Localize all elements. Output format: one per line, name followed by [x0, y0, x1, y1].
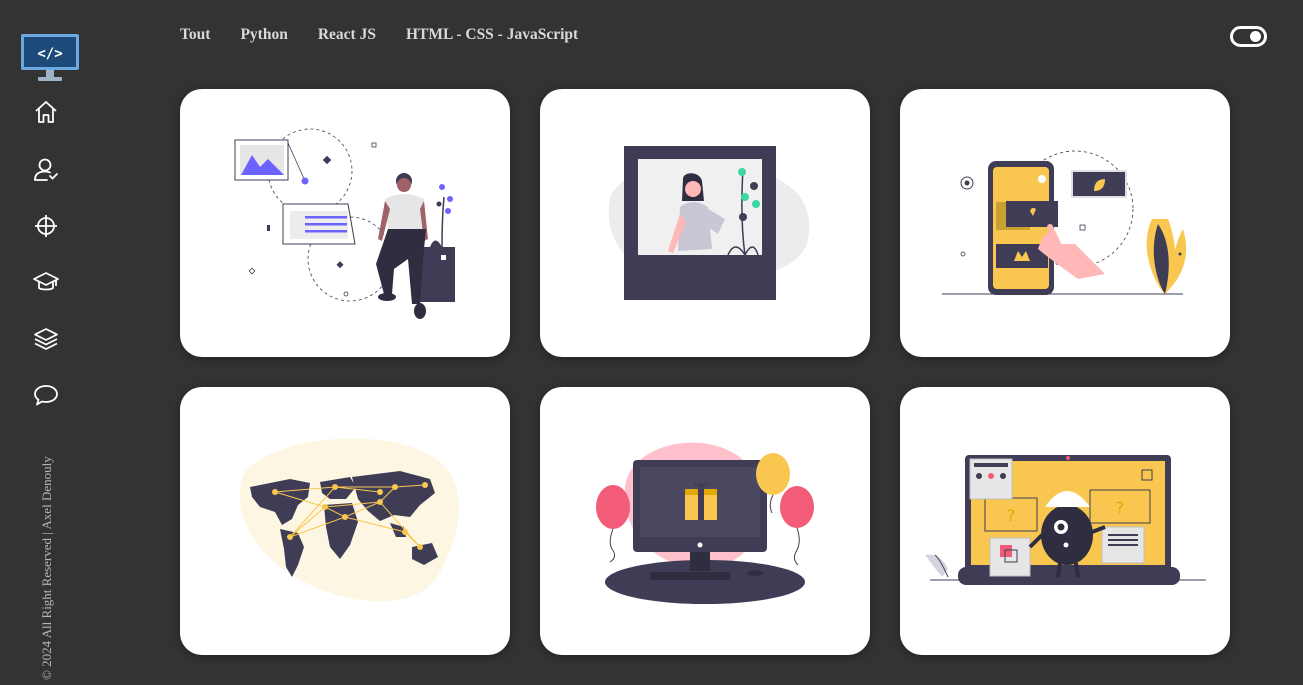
user-icon[interactable] — [31, 155, 61, 185]
copyright-text: © 2024 All Right Reserved | Axel Denouly — [39, 456, 54, 680]
crosshair-icon[interactable] — [31, 211, 61, 241]
code-monitor-logo[interactable]: </> — [20, 33, 80, 83]
computer-gift-balloons-illustration — [596, 442, 814, 604]
chat-bubble-icon[interactable] — [31, 380, 61, 410]
layers-icon[interactable] — [31, 324, 61, 354]
toggle-knob — [1250, 31, 1261, 42]
project-card-1[interactable] — [180, 89, 510, 357]
project-card-5[interactable] — [540, 387, 870, 655]
category-filter-bar: Tout Python React JS HTML - CSS - JavaSc… — [180, 26, 578, 46]
sidebar: </> © 2024 All Right Reserved | Axel Den… — [0, 0, 100, 685]
filter-react-js[interactable]: React JS — [318, 26, 376, 46]
photo-frame-woman-illustration — [608, 146, 810, 300]
svg-text:</>: </> — [37, 46, 62, 62]
filter-python[interactable]: Python — [240, 26, 287, 46]
project-card-2[interactable] — [540, 89, 870, 357]
project-card-4[interactable] — [180, 387, 510, 655]
graduation-cap-icon[interactable] — [31, 267, 61, 297]
smartphone-app-illustration — [942, 150, 1187, 295]
svg-text:?: ? — [1116, 498, 1125, 517]
laptop-robot-illustration: ? ? — [925, 455, 1206, 585]
world-map-network-illustration — [239, 438, 459, 602]
home-icon[interactable] — [31, 97, 61, 127]
theme-toggle[interactable] — [1230, 26, 1267, 47]
svg-text:?: ? — [1007, 506, 1016, 525]
person-with-images-illustration — [234, 128, 455, 319]
project-card-6[interactable]: ? ? — [900, 387, 1230, 655]
project-card-3[interactable] — [900, 89, 1230, 357]
filter-all[interactable]: Tout — [180, 26, 210, 46]
filter-html-css-js[interactable]: HTML - CSS - JavaScript — [406, 26, 578, 46]
